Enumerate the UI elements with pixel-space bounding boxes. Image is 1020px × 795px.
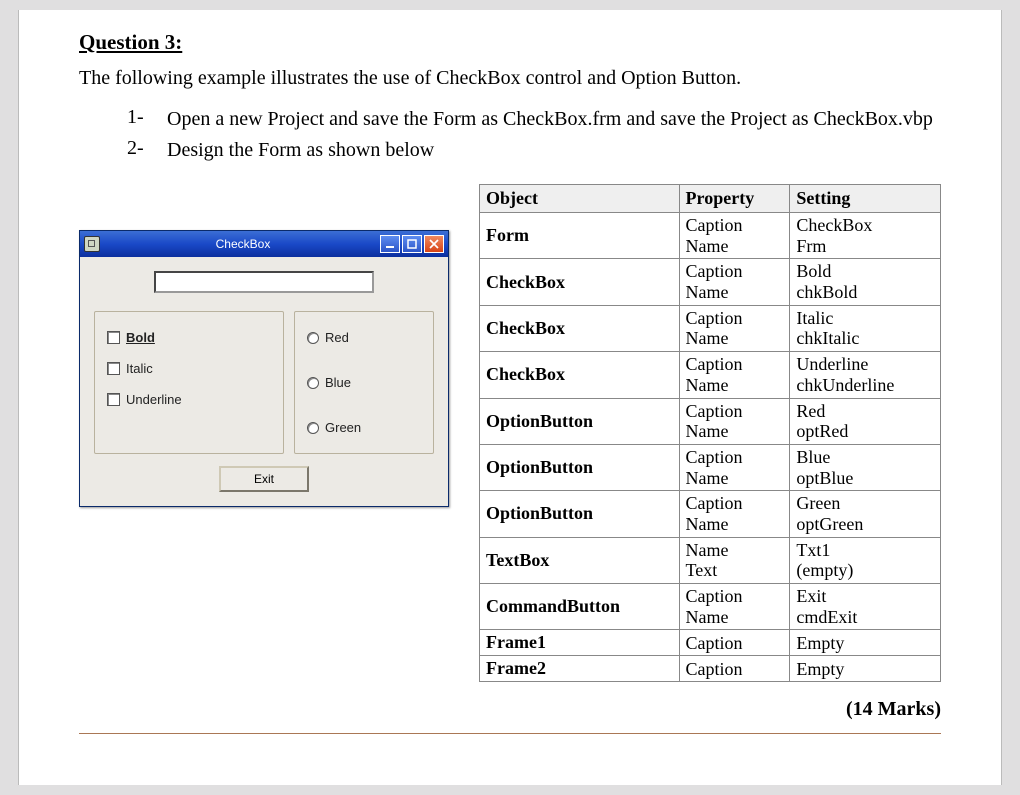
text-input[interactable] — [154, 271, 374, 293]
properties-table: Object Property Setting FormCaptionNameC… — [479, 184, 941, 682]
cell-object: OptionButton — [480, 398, 680, 444]
cell-object: Form — [480, 213, 680, 259]
option-label: Blue — [325, 375, 351, 390]
cell-property: CaptionName — [679, 259, 790, 305]
intro-text: The following example illustrates the us… — [79, 67, 941, 90]
table-row: OptionButtonCaptionNameBlueoptBlue — [480, 444, 941, 490]
cell-property: CaptionName — [679, 213, 790, 259]
cell-property: CaptionName — [679, 352, 790, 398]
step-number: 2- — [127, 137, 167, 164]
checkbox-bold[interactable]: Bold — [107, 330, 271, 345]
cell-object: TextBox — [480, 537, 680, 583]
bottom-rule — [79, 733, 941, 734]
checkbox-label: Bold — [126, 330, 155, 345]
cell-setting: Empty — [790, 656, 941, 682]
cell-object: OptionButton — [480, 491, 680, 537]
cell-setting: ItalicchkItalic — [790, 305, 941, 351]
radio-icon — [307, 422, 319, 434]
step-text: Open a new Project and save the Form as … — [167, 106, 941, 133]
option-label: Green — [325, 420, 361, 435]
exit-button[interactable]: Exit — [219, 466, 309, 492]
checkbox-italic[interactable]: Italic — [107, 361, 271, 376]
cell-property: CaptionName — [679, 444, 790, 490]
th-object: Object — [480, 185, 680, 213]
cell-property: NameText — [679, 537, 790, 583]
table-row: CheckBoxCaptionNameBoldchkBold — [480, 259, 941, 305]
table-row: TextBoxNameTextTxt1(empty) — [480, 537, 941, 583]
close-icon — [429, 239, 439, 249]
table-row: OptionButtonCaptionNameGreenoptGreen — [480, 491, 941, 537]
step-item: 1- Open a new Project and save the Form … — [127, 106, 941, 133]
th-property: Property — [679, 185, 790, 213]
cell-property: Caption — [679, 656, 790, 682]
table-row: CommandButtonCaptionNameExitcmdExit — [480, 584, 941, 630]
step-text: Design the Form as shown below — [167, 137, 941, 164]
cell-property: Caption — [679, 630, 790, 656]
window-title: CheckBox — [106, 237, 380, 251]
cell-setting: BlueoptBlue — [790, 444, 941, 490]
th-setting: Setting — [790, 185, 941, 213]
option-green[interactable]: Green — [307, 420, 421, 435]
table-row: CheckBoxCaptionNameUnderlinechkUnderline — [480, 352, 941, 398]
maximize-button[interactable] — [402, 235, 422, 253]
vb-form-window: CheckBox — [79, 230, 449, 507]
cell-setting: GreenoptGreen — [790, 491, 941, 537]
table-row: OptionButtonCaptionNameRedoptRed — [480, 398, 941, 444]
table-row: FormCaptionNameCheckBoxFrm — [480, 213, 941, 259]
minimize-button[interactable] — [380, 235, 400, 253]
cell-setting: BoldchkBold — [790, 259, 941, 305]
cell-object: CheckBox — [480, 352, 680, 398]
option-blue[interactable]: Blue — [307, 375, 421, 390]
cell-setting: ExitcmdExit — [790, 584, 941, 630]
titlebar: CheckBox — [80, 231, 448, 257]
radio-icon — [307, 377, 319, 389]
question-title: Question 3: — [79, 30, 941, 55]
checkbox-icon — [107, 362, 120, 375]
option-red[interactable]: Red — [307, 330, 421, 345]
checkbox-underline[interactable]: Underline — [107, 392, 271, 407]
form-icon — [84, 236, 100, 252]
cell-object: CheckBox — [480, 259, 680, 305]
step-number: 1- — [127, 106, 167, 133]
cell-setting: UnderlinechkUnderline — [790, 352, 941, 398]
option-label: Red — [325, 330, 349, 345]
minimize-icon — [385, 239, 395, 249]
table-row: Frame2CaptionEmpty — [480, 656, 941, 682]
step-item: 2- Design the Form as shown below — [127, 137, 941, 164]
cell-property: CaptionName — [679, 398, 790, 444]
cell-object: Frame2 — [480, 656, 680, 682]
cell-object: OptionButton — [480, 444, 680, 490]
cell-setting: RedoptRed — [790, 398, 941, 444]
steps-list: 1- Open a new Project and save the Form … — [127, 106, 941, 164]
checkbox-icon — [107, 331, 120, 344]
maximize-icon — [407, 239, 417, 249]
checkbox-label: Underline — [126, 392, 182, 407]
cell-setting: CheckBoxFrm — [790, 213, 941, 259]
cell-property: CaptionName — [679, 584, 790, 630]
checkbox-label: Italic — [126, 361, 153, 376]
cell-object: Frame1 — [480, 630, 680, 656]
close-button[interactable] — [424, 235, 444, 253]
radio-icon — [307, 332, 319, 344]
table-row: Frame1CaptionEmpty — [480, 630, 941, 656]
marks-label: (14 Marks) — [79, 698, 941, 721]
cell-object: CheckBox — [480, 305, 680, 351]
cell-setting: Txt1(empty) — [790, 537, 941, 583]
table-row: CheckBoxCaptionNameItalicchkItalic — [480, 305, 941, 351]
frame-checkboxes: Bold Italic Underline — [94, 311, 284, 454]
cell-property: CaptionName — [679, 491, 790, 537]
cell-property: CaptionName — [679, 305, 790, 351]
cell-object: CommandButton — [480, 584, 680, 630]
frame-options: Red Blue Green — [294, 311, 434, 454]
cell-setting: Empty — [790, 630, 941, 656]
checkbox-icon — [107, 393, 120, 406]
